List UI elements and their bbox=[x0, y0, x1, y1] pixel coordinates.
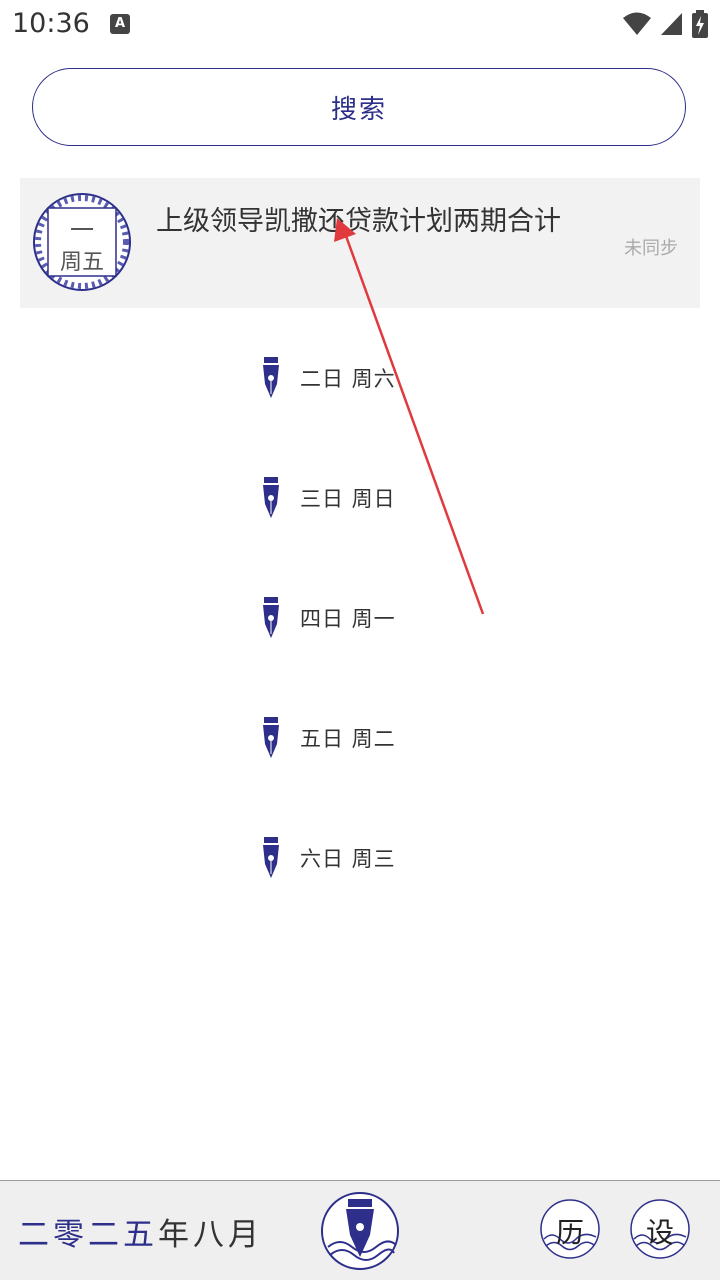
month-number: 八 bbox=[193, 1217, 228, 1253]
day-label: 二日 周六 bbox=[300, 367, 396, 391]
settings-button[interactable]: 设 bbox=[630, 1199, 690, 1259]
day-label: 六日 周三 bbox=[300, 847, 396, 871]
sync-status: 未同步 bbox=[624, 238, 678, 259]
status-bar: 10:36 A bbox=[0, 0, 720, 50]
calendar-button-label: 历 bbox=[555, 1216, 584, 1249]
month-label[interactable]: 二零二五年八月 bbox=[18, 1209, 263, 1254]
status-time: 10:36 bbox=[12, 8, 90, 39]
month-year: 二零二五 bbox=[18, 1217, 158, 1253]
fountain-pen-icon bbox=[263, 357, 279, 398]
badge-day: 一 bbox=[70, 216, 94, 244]
search-button[interactable]: 搜索 bbox=[32, 68, 686, 146]
day-row[interactable]: 三日 周日 bbox=[260, 476, 396, 520]
search-label: 搜索 bbox=[330, 94, 387, 125]
day-label: 五日 周二 bbox=[300, 727, 396, 751]
day-row[interactable]: 五日 周二 bbox=[260, 716, 396, 760]
day-label: 四日 周一 bbox=[300, 607, 396, 631]
new-entry-pen-button[interactable] bbox=[320, 1191, 400, 1271]
month-year-suffix: 年 bbox=[158, 1217, 193, 1253]
day-row[interactable]: 四日 周一 bbox=[260, 596, 396, 640]
notification-a-icon: A bbox=[110, 14, 130, 34]
day-row[interactable]: 六日 周三 bbox=[260, 836, 396, 880]
bottom-bar: 二零二五年八月 历 设 bbox=[0, 1180, 720, 1280]
fountain-pen-icon bbox=[263, 837, 279, 878]
date-badge: 一 周五 bbox=[32, 192, 132, 292]
calendar-button[interactable]: 历 bbox=[540, 1199, 600, 1259]
entry-title: 上级领导凯撒还贷款计划两期合计 bbox=[156, 206, 561, 237]
battery-charging-icon bbox=[692, 10, 708, 38]
status-icons bbox=[622, 10, 708, 38]
badge-weekday: 周五 bbox=[59, 250, 104, 275]
fountain-pen-icon bbox=[263, 477, 279, 518]
day-row[interactable]: 二日 周六 bbox=[260, 356, 396, 400]
fountain-pen-icon bbox=[263, 717, 279, 758]
wifi-icon bbox=[623, 12, 651, 35]
diary-entry-card[interactable]: 一 周五 上级领导凯撒还贷款计划两期合计 未同步 bbox=[20, 178, 700, 308]
settings-button-label: 设 bbox=[645, 1216, 674, 1249]
day-label: 三日 周日 bbox=[300, 487, 396, 511]
fountain-pen-icon bbox=[263, 597, 279, 638]
signal-icon bbox=[661, 13, 682, 35]
month-suffix: 月 bbox=[228, 1217, 263, 1253]
